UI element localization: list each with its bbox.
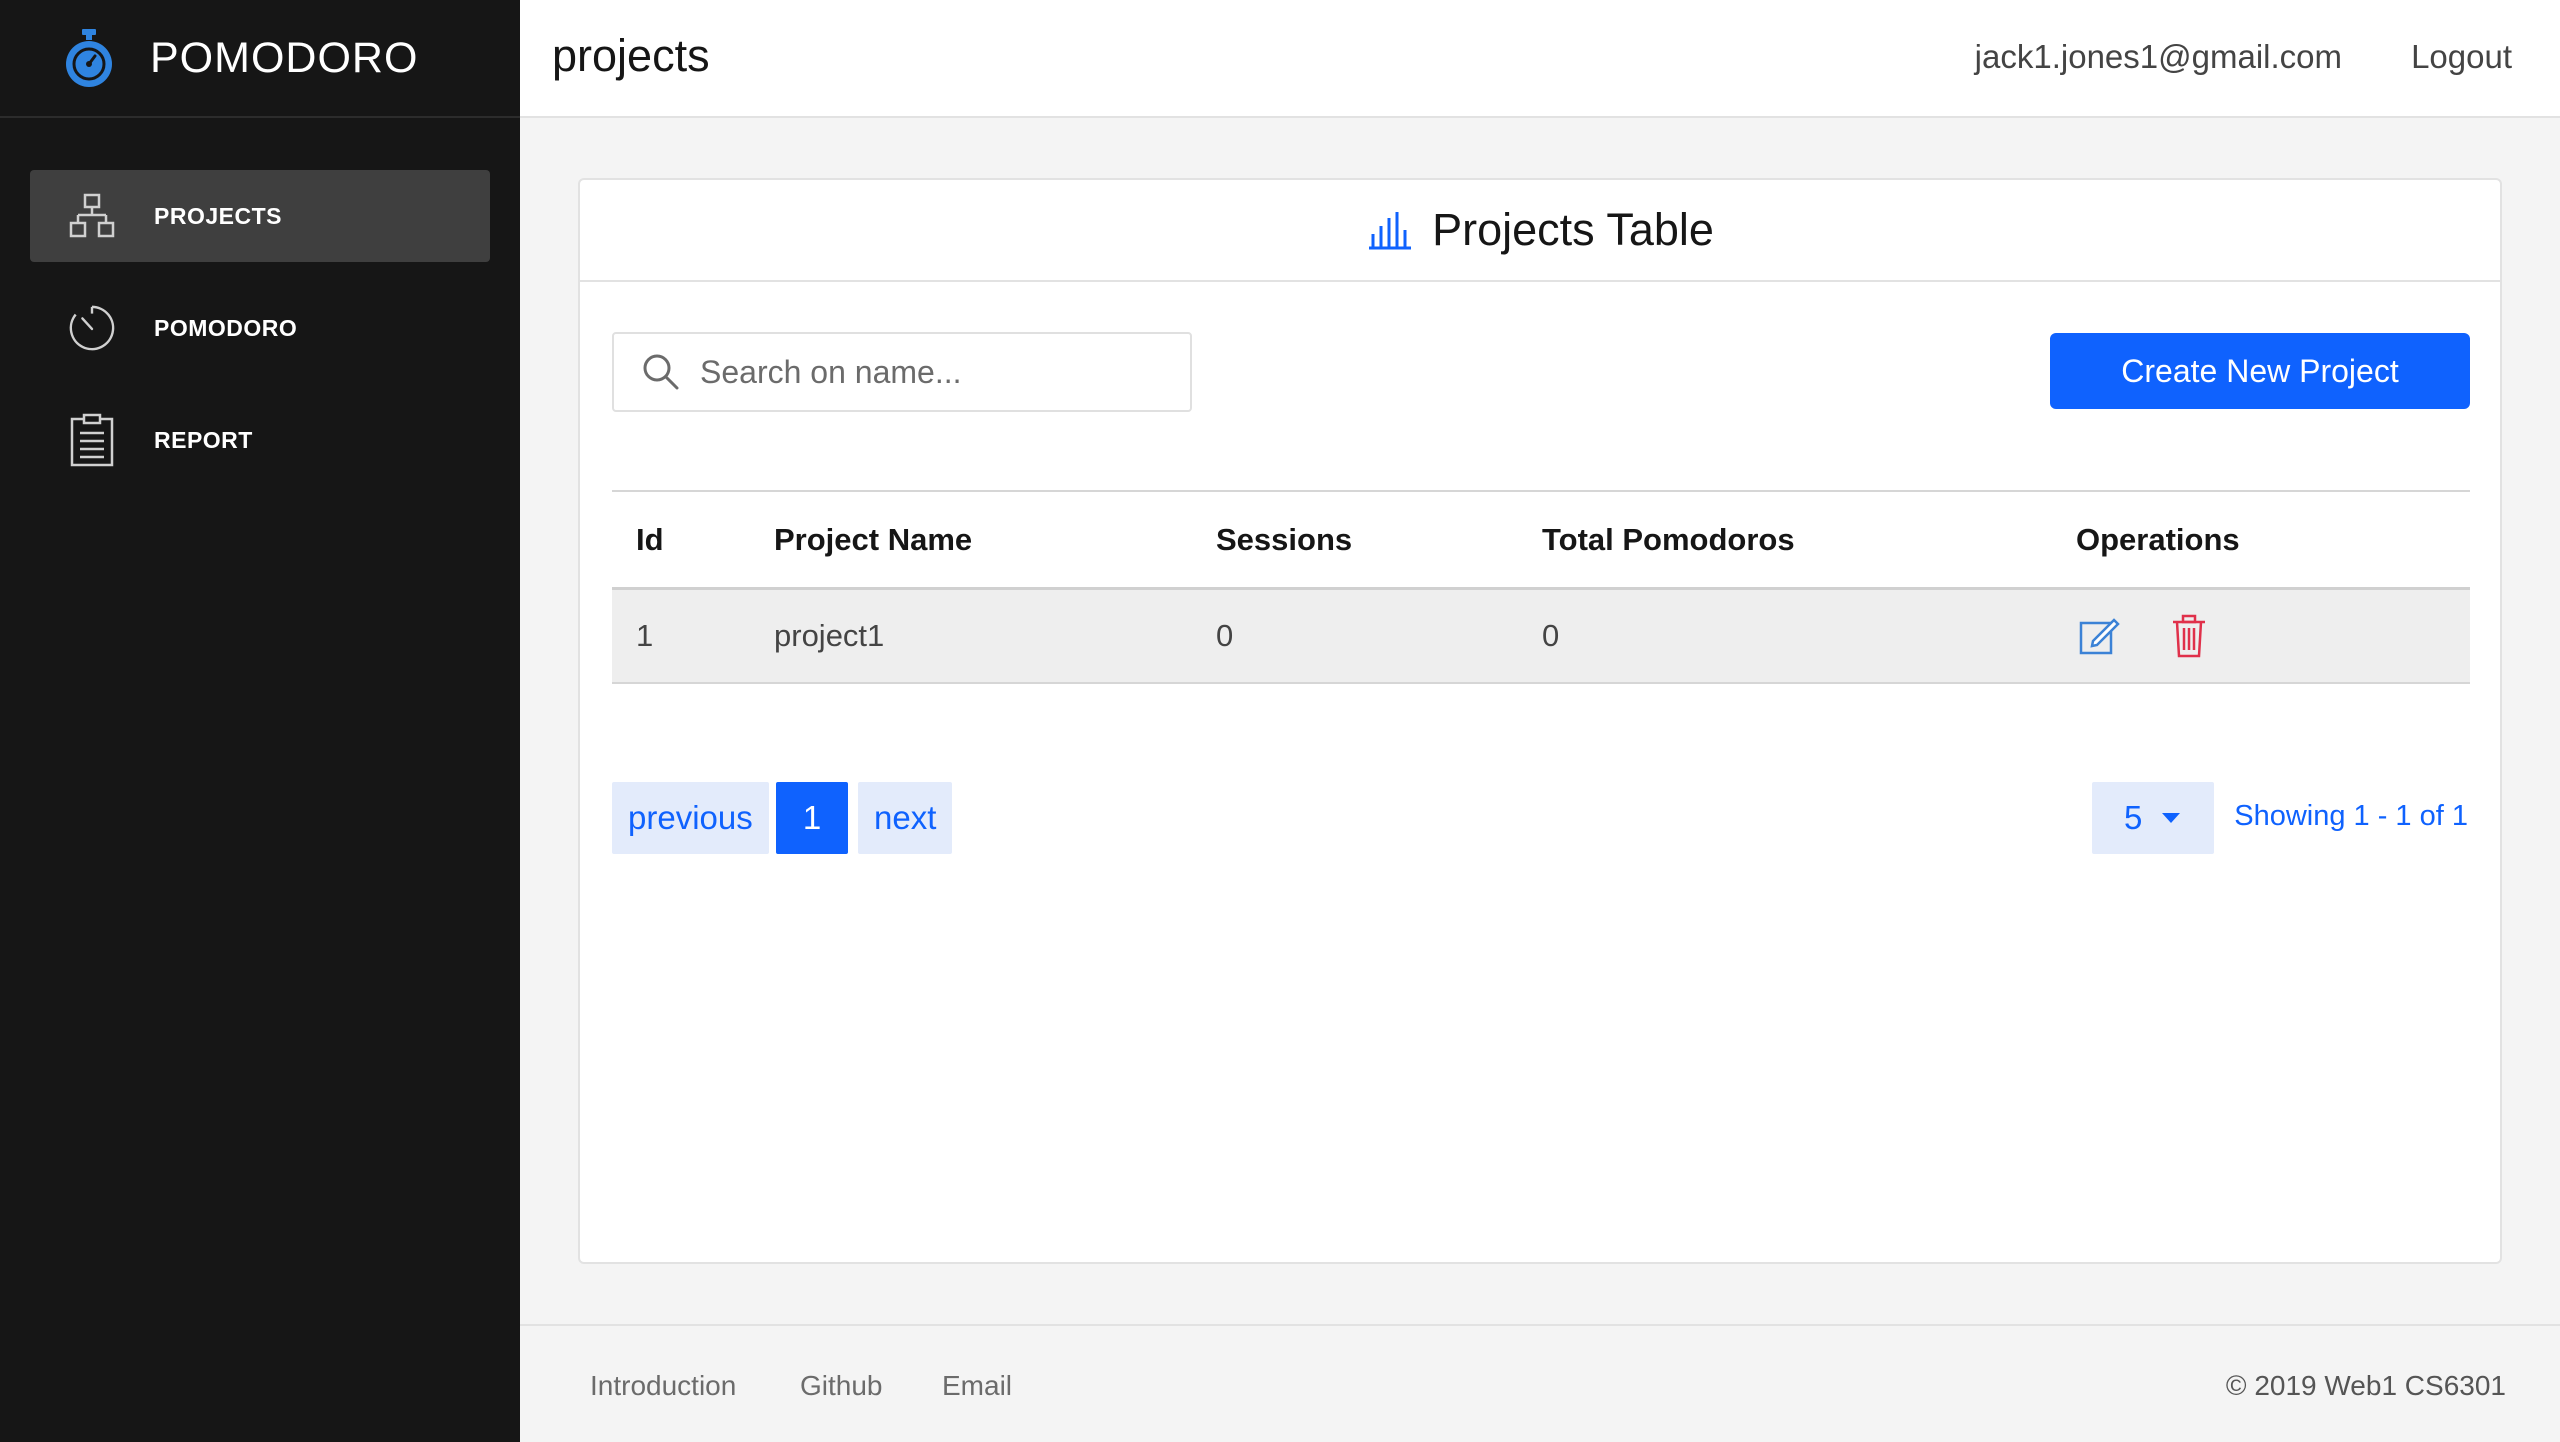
clipboard-icon xyxy=(68,413,116,467)
showing-count: Showing 1 - 1 of 1 xyxy=(2234,800,2468,832)
next-page-button[interactable]: next xyxy=(858,782,953,854)
logout-link[interactable]: Logout xyxy=(2411,38,2512,76)
footer-link-github[interactable]: Github xyxy=(800,1370,883,1402)
table-row: 1 project1 0 0 xyxy=(612,590,2470,684)
create-project-button[interactable]: Create New Project xyxy=(2050,333,2470,409)
projects-card: Projects Table Create New Project Id Pro… xyxy=(578,178,2502,1264)
caret-down-icon xyxy=(2162,813,2181,823)
sidebar: POMODORO PROJECTS POMODORO REPORT xyxy=(0,0,520,1442)
search-input[interactable] xyxy=(700,353,1160,391)
sidebar-item-label: REPORT xyxy=(154,426,253,453)
cell-id: 1 xyxy=(636,618,654,653)
cell-project-name: project1 xyxy=(774,618,885,653)
card-title: Projects Table xyxy=(1432,204,1714,255)
column-header-sessions[interactable]: Sessions xyxy=(1216,522,1352,558)
card-header: Projects Table xyxy=(580,180,2500,282)
column-header-project-name[interactable]: Project Name xyxy=(774,522,972,558)
cell-sessions: 0 xyxy=(1216,618,1234,653)
cell-total-pomodoros: 0 xyxy=(1542,618,1560,653)
search-box xyxy=(612,332,1192,412)
user-email[interactable]: jack1.jones1@gmail.com xyxy=(1975,38,2342,76)
edit-icon[interactable] xyxy=(2078,614,2124,660)
hierarchy-icon xyxy=(68,190,116,242)
bar-chart-icon xyxy=(1366,210,1414,250)
column-header-operations: Operations xyxy=(2076,521,2240,557)
sidebar-item-report[interactable]: REPORT xyxy=(30,394,490,486)
sidebar-item-label: POMODORO xyxy=(154,314,298,341)
sidebar-nav: PROJECTS POMODORO REPORT xyxy=(0,118,520,486)
search-icon xyxy=(642,353,680,391)
timer-icon xyxy=(68,302,116,354)
table-header: Id Project Name Sessions Total Pomodoros… xyxy=(612,492,2470,590)
per-page-value: 5 xyxy=(2124,799,2143,836)
column-header-total-pomodoros[interactable]: Total Pomodoros xyxy=(1542,522,1795,558)
footer: Introduction Github Email © 2019 Web1 CS… xyxy=(520,1324,2560,1442)
delete-icon[interactable] xyxy=(2170,614,2216,660)
copyright: © 2019 Web1 CS6301 xyxy=(2225,1370,2506,1401)
sidebar-item-label: PROJECTS xyxy=(154,202,282,229)
footer-link-introduction[interactable]: Introduction xyxy=(590,1370,736,1402)
sidebar-item-projects[interactable]: PROJECTS xyxy=(30,170,490,262)
page-title: projects xyxy=(552,30,710,81)
previous-page-button[interactable]: previous xyxy=(612,782,769,854)
page-1-button[interactable]: 1 xyxy=(776,782,848,854)
stopwatch-icon xyxy=(60,27,118,89)
top-bar: projects jack1.jones1@gmail.com Logout xyxy=(520,0,2560,118)
projects-table: Id Project Name Sessions Total Pomodoros… xyxy=(612,490,2470,684)
brand-title: POMODORO xyxy=(150,33,419,82)
column-header-id[interactable]: Id xyxy=(636,522,664,558)
footer-link-email[interactable]: Email xyxy=(942,1370,1012,1402)
brand[interactable]: POMODORO xyxy=(0,0,520,118)
per-page-select[interactable]: 5 xyxy=(2092,782,2214,854)
sidebar-item-pomodoro[interactable]: POMODORO xyxy=(30,282,490,374)
